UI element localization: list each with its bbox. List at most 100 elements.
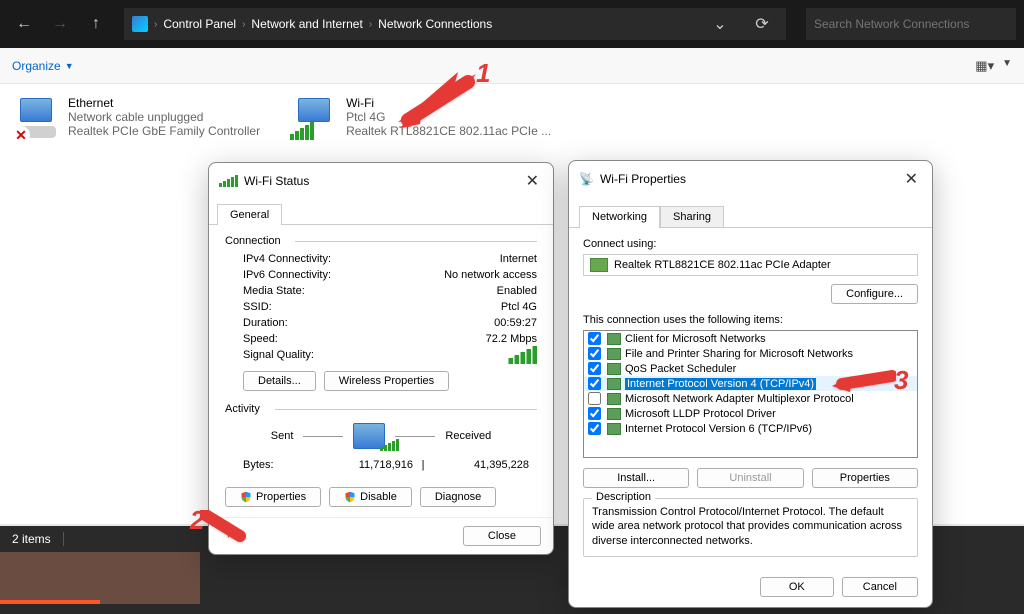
description-label: Description bbox=[592, 491, 655, 503]
wireless-properties-button[interactable]: Wireless Properties bbox=[324, 371, 449, 391]
close-button[interactable]: Close bbox=[463, 526, 541, 546]
label: Duration: bbox=[243, 317, 288, 329]
item-label: Client for Microsoft Networks bbox=[625, 333, 766, 345]
annotation-arrow-2 bbox=[200, 510, 250, 550]
wifi-icon bbox=[290, 96, 338, 144]
bytes-label: Bytes: bbox=[243, 459, 303, 471]
item-checkbox[interactable] bbox=[588, 392, 601, 405]
dropdown-icon[interactable]: ⌄ bbox=[704, 8, 736, 40]
dialog-titlebar[interactable]: 📡 Wi-Fi Properties ✕ bbox=[569, 161, 932, 197]
toolbar: Organize▼ ▦▾ ▼ bbox=[0, 48, 1024, 84]
properties-button[interactable]: Properties bbox=[225, 487, 321, 507]
forward-button[interactable]: → bbox=[44, 8, 76, 40]
breadcrumb[interactable]: Network and Internet bbox=[251, 17, 362, 31]
annotation-number-1: 1 bbox=[476, 58, 490, 89]
item-checkbox[interactable] bbox=[588, 332, 601, 345]
group-activity-label: Activity bbox=[225, 403, 537, 415]
search-input[interactable] bbox=[814, 17, 1008, 31]
breadcrumb[interactable]: Network Connections bbox=[378, 17, 492, 31]
protocol-icon bbox=[607, 378, 621, 390]
wifi-status-dialog: Wi-Fi Status ✕ General Connection IPv4 C… bbox=[208, 162, 554, 555]
view-options-icon[interactable]: ▦▾ bbox=[975, 58, 994, 74]
dialog-title-text: Wi-Fi Status bbox=[244, 174, 309, 188]
group-connection-label: Connection bbox=[225, 235, 537, 247]
uninstall-button[interactable]: Uninstall bbox=[697, 468, 803, 488]
refresh-icon[interactable]: ⟳ bbox=[746, 8, 778, 40]
list-item[interactable]: Client for Microsoft Networks bbox=[584, 331, 917, 346]
value: Ptcl 4G bbox=[501, 301, 537, 313]
details-button[interactable]: Details... bbox=[243, 371, 316, 391]
item-checkbox[interactable] bbox=[588, 362, 601, 375]
dialog-title-text: Wi-Fi Properties bbox=[600, 172, 686, 186]
bytes-sent: 11,718,916 bbox=[303, 459, 413, 471]
tab-networking[interactable]: Networking bbox=[579, 206, 660, 228]
signal-quality-icon bbox=[509, 346, 538, 364]
item-label: Internet Protocol Version 4 (TCP/IPv4) bbox=[625, 378, 816, 390]
value: 00:59:27 bbox=[494, 317, 537, 329]
list-item[interactable]: Internet Protocol Version 6 (TCP/IPv6) bbox=[584, 421, 917, 436]
breadcrumb[interactable]: Control Panel bbox=[163, 17, 236, 31]
disable-button[interactable]: Disable bbox=[329, 487, 412, 507]
search-box[interactable] bbox=[806, 8, 1016, 40]
up-button[interactable]: ↑ bbox=[80, 8, 112, 40]
list-item[interactable]: File and Printer Sharing for Microsoft N… bbox=[584, 346, 917, 361]
label: Media State: bbox=[243, 285, 305, 297]
sent-label: Sent bbox=[271, 430, 294, 442]
cancel-button[interactable]: Cancel bbox=[842, 577, 918, 597]
chevron-down-icon: ▼ bbox=[65, 61, 74, 71]
label: Signal Quality: bbox=[243, 349, 314, 361]
adapter-device: Realtek PCIe GbE Family Controller bbox=[68, 124, 260, 138]
protocol-icon bbox=[607, 423, 621, 435]
install-button[interactable]: Install... bbox=[583, 468, 689, 488]
shield-icon bbox=[344, 491, 356, 503]
signal-icon bbox=[290, 122, 314, 140]
breadcrumb-sep: › bbox=[154, 19, 157, 30]
back-button[interactable]: ← bbox=[8, 8, 40, 40]
list-item[interactable]: Microsoft LLDP Protocol Driver bbox=[584, 406, 917, 421]
configure-button[interactable]: Configure... bbox=[831, 284, 918, 304]
item-checkbox[interactable] bbox=[588, 407, 601, 420]
ethernet-icon: ✕ bbox=[12, 96, 60, 144]
close-button[interactable]: ✕ bbox=[522, 171, 543, 191]
item-label: Microsoft LLDP Protocol Driver bbox=[625, 408, 776, 420]
dialog-titlebar[interactable]: Wi-Fi Status ✕ bbox=[209, 163, 553, 199]
tab-sharing[interactable]: Sharing bbox=[660, 206, 724, 228]
item-label: Internet Protocol Version 6 (TCP/IPv6) bbox=[625, 423, 812, 435]
item-label: Microsoft Network Adapter Multiplexor Pr… bbox=[625, 393, 854, 405]
item-properties-button[interactable]: Properties bbox=[812, 468, 918, 488]
value: Enabled bbox=[497, 285, 537, 297]
protocol-icon bbox=[607, 348, 621, 360]
protocol-icon bbox=[607, 333, 621, 345]
address-bar[interactable]: › Control Panel › Network and Internet ›… bbox=[124, 8, 786, 40]
item-checkbox[interactable] bbox=[588, 347, 601, 360]
background-window-fragment bbox=[0, 552, 200, 604]
protocol-icon bbox=[607, 393, 621, 405]
signal-icon bbox=[380, 439, 399, 451]
annotation-arrow-3 bbox=[830, 370, 896, 399]
nic-icon bbox=[590, 258, 608, 272]
ok-button[interactable]: OK bbox=[760, 577, 834, 597]
shield-icon bbox=[240, 491, 252, 503]
value: 72.2 Mbps bbox=[486, 333, 537, 345]
item-label: File and Printer Sharing for Microsoft N… bbox=[625, 348, 853, 360]
label: Speed: bbox=[243, 333, 278, 345]
adapter-status: Network cable unplugged bbox=[68, 110, 260, 124]
organize-button[interactable]: Organize▼ bbox=[12, 59, 74, 73]
item-checkbox[interactable] bbox=[588, 377, 601, 390]
item-checkbox[interactable] bbox=[588, 422, 601, 435]
more-options-icon[interactable]: ▼ bbox=[1002, 58, 1012, 74]
bytes-received: 41,395,228 bbox=[433, 459, 537, 471]
wifi-icon: 📡 bbox=[579, 172, 594, 186]
disconnected-icon: ✕ bbox=[12, 126, 30, 144]
label: IPv6 Connectivity: bbox=[243, 269, 331, 281]
annotation-number-3: 3 bbox=[894, 365, 908, 396]
item-count: 2 items bbox=[12, 532, 64, 546]
close-button[interactable]: ✕ bbox=[901, 169, 922, 189]
diagnose-button[interactable]: Diagnose bbox=[420, 487, 496, 507]
tab-general[interactable]: General bbox=[217, 204, 282, 225]
items-label: This connection uses the following items… bbox=[583, 314, 918, 326]
activity-visual: Sent Received bbox=[225, 423, 537, 449]
control-panel-icon bbox=[132, 16, 148, 32]
value: No network access bbox=[444, 269, 537, 281]
explorer-header: ← → ↑ › Control Panel › Network and Inte… bbox=[0, 0, 1024, 48]
